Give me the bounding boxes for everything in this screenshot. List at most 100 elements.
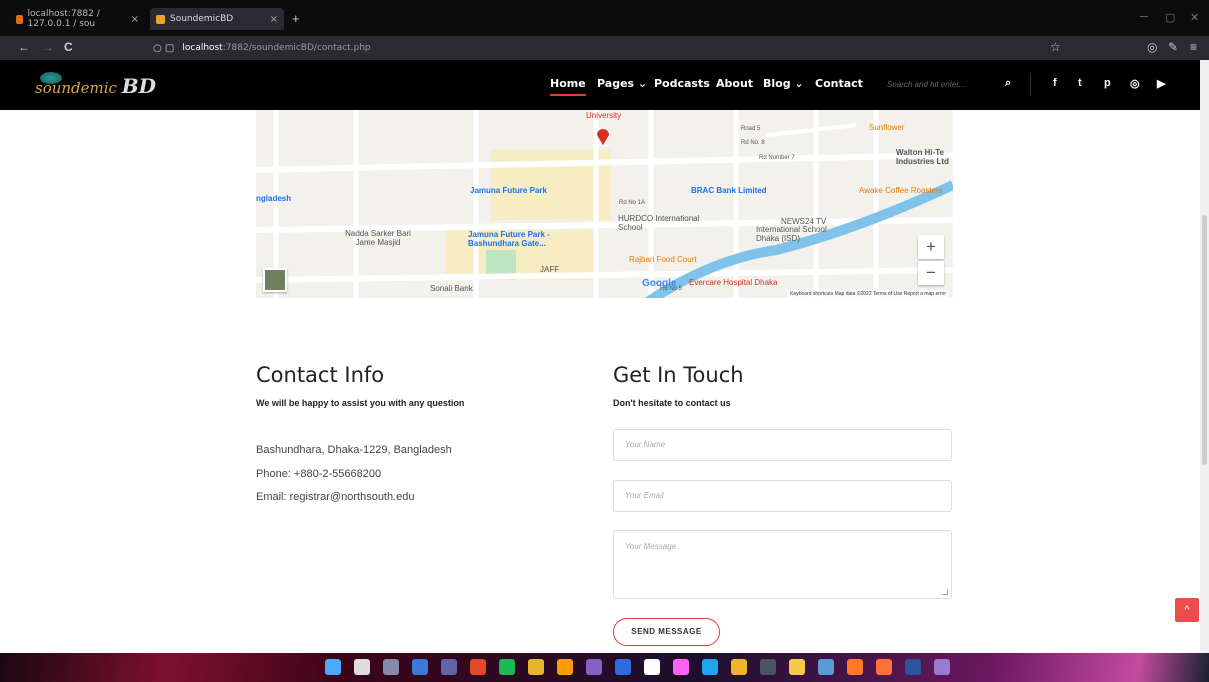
bookmark-star-icon[interactable]: ☆ xyxy=(1050,40,1061,54)
pinterest-icon[interactable]: p xyxy=(1104,77,1111,89)
widgets-icon[interactable] xyxy=(412,659,428,675)
calculator-icon[interactable] xyxy=(818,659,834,675)
map-label: Nadda Sarker Bari Jame Masjid xyxy=(345,229,411,247)
browser-tab-strip: localhost:7882 / 127.0.0.1 / sou × Sound… xyxy=(0,0,1209,36)
illustrator-icon[interactable] xyxy=(557,659,573,675)
site-header: soundemic BD Home Pages ⌄ Podcasts About… xyxy=(0,60,1200,110)
word-icon[interactable] xyxy=(905,659,921,675)
send-message-button[interactable]: SEND MESSAGE xyxy=(613,618,720,646)
xd-icon[interactable] xyxy=(673,659,689,675)
task-view-icon[interactable] xyxy=(383,659,399,675)
close-tab-icon[interactable]: × xyxy=(270,14,278,25)
map-label: University xyxy=(586,111,622,120)
pocket-icon[interactable]: ◎ xyxy=(1147,40,1157,54)
scrollbar-thumb[interactable] xyxy=(1202,215,1207,465)
browser-tab-phpmyadmin[interactable]: localhost:7882 / 127.0.0.1 / sou × xyxy=(10,8,145,30)
nav-podcasts[interactable]: Podcasts xyxy=(654,77,710,90)
minimize-icon[interactable]: ─ xyxy=(1140,11,1148,23)
terminal-icon[interactable] xyxy=(760,659,776,675)
logo-script-text: soundemic xyxy=(35,79,117,97)
map-label: Rd Number 7 xyxy=(759,155,795,161)
zoom-in-button[interactable]: + xyxy=(918,235,944,259)
map-label: Sonali Bank xyxy=(430,284,473,293)
facebook-icon[interactable]: f xyxy=(1053,77,1057,89)
tab-favicon-icon xyxy=(156,14,165,24)
youtube-icon[interactable]: ▶ xyxy=(1157,77,1165,90)
search-input[interactable]: Search and hit enter... xyxy=(887,80,965,89)
reload-icon[interactable]: C xyxy=(64,40,73,54)
restore-icon[interactable]: ▢ xyxy=(1165,11,1175,24)
map-label: JAFF xyxy=(540,265,560,274)
phone-text: Phone: +880-2-55668200 xyxy=(256,468,382,480)
browser-tab-soundemicbd[interactable]: SoundemicBD × xyxy=(150,8,284,30)
google-map[interactable]: University Sunflower Walton Hi-Te Indust… xyxy=(256,110,953,298)
xampp-icon[interactable] xyxy=(847,659,863,675)
email-input[interactable]: Your Email xyxy=(613,480,952,512)
twitter-icon[interactable]: t xyxy=(1078,77,1082,89)
vscode-icon[interactable] xyxy=(702,659,718,675)
search-icon[interactable] xyxy=(354,659,370,675)
get-in-touch-subtitle: Don't hesitate to contact us xyxy=(613,398,731,408)
name-input[interactable]: Your Name xyxy=(613,429,952,461)
forward-icon[interactable]: → xyxy=(42,40,54,54)
app-icon[interactable] xyxy=(470,659,486,675)
close-window-icon[interactable]: ✕ xyxy=(1190,11,1199,24)
map-roads xyxy=(256,110,953,298)
map-label: Jamuna Future Park xyxy=(470,186,547,195)
photos-icon[interactable] xyxy=(934,659,950,675)
nav-pages[interactable]: Pages ⌄ xyxy=(597,77,647,90)
google-logo: Google xyxy=(642,278,677,289)
app-menu-icon[interactable]: ≡ xyxy=(1190,40,1197,54)
resize-handle-icon[interactable] xyxy=(942,589,948,595)
url-path: :7882/soundemicBD/contact.php xyxy=(222,43,371,53)
windows-taskbar xyxy=(0,653,1209,682)
map-label: ngladesh xyxy=(256,194,292,203)
header-divider xyxy=(1030,74,1031,96)
back-to-top-button[interactable]: ^ xyxy=(1175,598,1199,622)
url-host: localhost xyxy=(182,43,223,53)
map-label: HURDCO International School xyxy=(618,214,700,232)
windows-start-icon[interactable] xyxy=(325,659,341,675)
explorer-icon[interactable] xyxy=(789,659,805,675)
page-info-icon: ○ ▢ xyxy=(153,42,175,54)
map-label: Rd No. 8 xyxy=(741,140,765,146)
address-text: Bashundhara, Dhaka-1229, Bangladesh xyxy=(256,444,452,456)
page-scrollbar[interactable] xyxy=(1200,60,1209,653)
address-bar[interactable]: ○ ▢ localhost :7882/soundemicBD/contact.… xyxy=(153,39,1080,57)
instagram-icon[interactable]: ◎ xyxy=(1130,77,1140,90)
firefox-icon[interactable] xyxy=(876,659,892,675)
new-tab-button[interactable]: + xyxy=(292,11,300,26)
satellite-toggle[interactable] xyxy=(263,268,287,292)
vs-icon[interactable] xyxy=(586,659,602,675)
map-label: Jamuna Future Park - Bashundhara Gate... xyxy=(468,230,550,248)
app3-icon[interactable] xyxy=(644,659,660,675)
nav-contact[interactable]: Contact xyxy=(815,77,863,90)
zoom-out-button[interactable]: − xyxy=(918,261,944,285)
nav-about[interactable]: About xyxy=(716,77,753,90)
map-attribution[interactable]: Keyboard shortcuts Map data ©2022 Terms … xyxy=(787,290,949,298)
spotify-icon[interactable] xyxy=(499,659,515,675)
message-placeholder: Your Message xyxy=(625,542,677,551)
get-in-touch-title: Get In Touch xyxy=(613,363,744,387)
back-icon[interactable]: ← xyxy=(18,40,30,54)
teams-chat-icon[interactable] xyxy=(441,659,457,675)
app2-icon[interactable] xyxy=(615,659,631,675)
search-icon[interactable]: ⌕ xyxy=(1005,77,1011,90)
extensions-icon[interactable]: ✎ xyxy=(1168,40,1178,54)
chrome2-icon[interactable] xyxy=(731,659,747,675)
close-tab-icon[interactable]: × xyxy=(131,14,139,25)
contact-info-subtitle: We will be happy to assist you with any … xyxy=(256,398,465,408)
site-logo[interactable]: soundemic BD xyxy=(35,74,156,98)
logo-suffix-text: BD xyxy=(121,74,156,98)
tab-favicon-icon xyxy=(16,14,23,24)
contact-info-title: Contact Info xyxy=(256,363,385,387)
email-text: Email: registrar@northsouth.edu xyxy=(256,491,415,503)
browser-toolbar: ← → C ○ ▢ localhost :7882/soundemicBD/co… xyxy=(0,36,1209,60)
message-textarea[interactable]: Your Message xyxy=(613,530,952,599)
chrome-icon[interactable] xyxy=(528,659,544,675)
map-label: Rajbari Food Court xyxy=(629,255,697,264)
nav-blog[interactable]: Blog ⌄ xyxy=(763,77,804,90)
map-label: BRAC Bank Limited xyxy=(691,186,767,195)
map-label: Walton Hi-Te Industries Ltd xyxy=(896,148,949,166)
nav-home[interactable]: Home xyxy=(550,77,586,96)
